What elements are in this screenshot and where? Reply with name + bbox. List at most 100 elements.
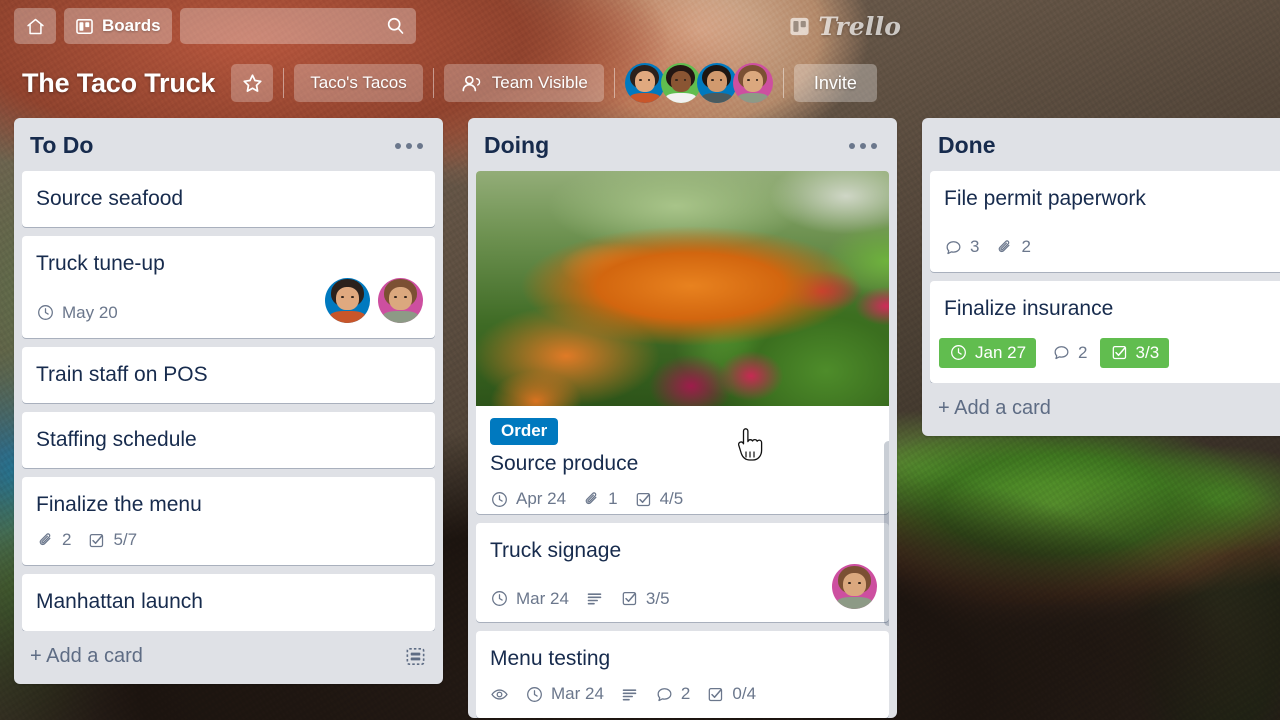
list-title[interactable]: To Do — [30, 132, 93, 159]
boards-button-label: Boards — [102, 16, 161, 35]
board-member-avatar[interactable] — [732, 63, 773, 103]
card-badge-due: May 20 — [36, 303, 118, 323]
card-badge-attachment: 1 — [582, 489, 618, 509]
visibility-button[interactable]: Team Visible — [443, 64, 604, 102]
card-badge-watch — [490, 685, 509, 704]
boards-button[interactable]: Boards — [64, 8, 172, 44]
card-badge-attachment: 2 — [36, 530, 71, 550]
card-title: File permit paperwork — [944, 187, 1146, 210]
board-member-avatar[interactable] — [696, 63, 737, 103]
card-badge-checklist: 3/5 — [620, 589, 670, 609]
list-scrollbar[interactable] — [884, 441, 889, 626]
card-members — [325, 277, 423, 323]
card-template-icon[interactable] — [404, 645, 427, 668]
card-badges: Jan 27 2 3/3 — [939, 337, 1170, 368]
card-member-avatar[interactable] — [832, 563, 877, 609]
add-card-row: + Add a card — [930, 383, 1280, 436]
card-badges: May 20 — [36, 303, 118, 323]
add-a-card-button[interactable]: + Add a card — [938, 397, 1051, 420]
board-list: Done File permit paperwork 3 2 Finalize in… — [922, 118, 1280, 436]
board-card[interactable]: File permit paperwork 3 2 — [930, 171, 1280, 273]
board-card[interactable]: Staffing schedule — [22, 411, 435, 468]
visibility-label: Team Visible — [491, 73, 588, 92]
card-title: Menu testing — [490, 647, 611, 671]
card-badge-checklist: 0/4 — [706, 684, 756, 704]
star-board-button[interactable] — [231, 64, 274, 102]
add-a-card-button[interactable]: + Add a card — [30, 645, 143, 668]
board-card[interactable]: Finalize insurance Jan 27 2 3/3 — [930, 281, 1280, 383]
card-body: Staffing schedule — [36, 427, 423, 453]
search-input[interactable] — [179, 8, 416, 44]
boards-icon — [76, 18, 93, 34]
card-title: Truck tune-up — [36, 252, 165, 276]
list-title[interactable]: Doing — [484, 132, 549, 159]
board-member-avatar[interactable] — [660, 63, 701, 103]
card-body: File permit paperwork 3 2 — [944, 186, 1280, 257]
card-badge-text: Apr 24 — [516, 489, 567, 509]
clock-icon — [525, 685, 544, 704]
card-badge-due: Mar 24 — [490, 589, 569, 609]
clock-icon — [36, 303, 55, 322]
card-body: Source seafood — [36, 186, 423, 212]
clock-icon — [949, 343, 968, 362]
eye-icon — [490, 685, 509, 704]
team-name-button[interactable]: Taco's Tacos — [294, 64, 423, 102]
board-card[interactable]: Manhattan launch — [22, 574, 435, 631]
description-icon — [620, 685, 639, 704]
card-body: Truck signage Mar 24 3/5 — [490, 538, 877, 609]
card-badge-text: 0/4 — [732, 684, 757, 704]
card-badge-text: 4/5 — [659, 489, 684, 509]
board-list: Doing Order Source produce Apr 24 1 4/5 Tru… — [468, 118, 897, 718]
board-title[interactable]: The Taco Truck — [22, 68, 215, 99]
card-body: Manhattan launch — [36, 589, 423, 615]
board-card[interactable]: Source seafood — [22, 171, 435, 228]
trello-logo-icon — [790, 17, 810, 35]
board-header: The Taco Truck Taco's Tacos Team Visible — [0, 56, 1280, 110]
card-member-avatar[interactable] — [378, 277, 423, 323]
card-body: Truck tune-up May 20 — [36, 251, 423, 323]
board-card[interactable]: Order Source produce Apr 24 1 4/5 — [476, 171, 889, 514]
board-card[interactable]: Truck tune-up May 20 — [22, 236, 435, 338]
board-card[interactable]: Finalize the menu 2 5/7 — [22, 477, 435, 566]
card-meta-row: 32 — [944, 212, 1280, 257]
board-canvas: To Do Source seafood Truck tune-up May 20… — [0, 118, 1280, 720]
list-menu-button[interactable] — [391, 137, 427, 155]
card-member-avatar[interactable] — [325, 277, 370, 323]
card-badge-description — [620, 685, 639, 704]
card-badge-text: 3/5 — [645, 588, 670, 608]
card-title: Source produce — [490, 452, 639, 475]
card-badge-comment: 2 — [655, 684, 690, 704]
paperclip-icon — [36, 531, 55, 550]
list-cards: Source seafood Truck tune-up May 20 Train… — [22, 171, 435, 631]
card-label[interactable]: Order — [490, 418, 559, 445]
trello-logo[interactable]: Trello — [788, 12, 901, 41]
checklist-icon — [634, 490, 653, 509]
card-badge-text: May 20 — [62, 302, 118, 322]
description-icon — [585, 589, 604, 608]
avatar-face — [325, 277, 370, 323]
list-header: Done — [930, 118, 1280, 171]
board-card[interactable]: Train staff on POS — [22, 346, 435, 403]
card-members — [832, 563, 877, 609]
invite-button[interactable]: Invite — [793, 64, 877, 102]
mouse-cursor-pointer — [733, 428, 763, 462]
board-list: To Do Source seafood Truck tune-up May 20… — [14, 118, 443, 684]
trello-app: Boards Trello The Taco Truck Taco's Taco… — [0, 0, 1280, 720]
home-button[interactable] — [14, 8, 56, 44]
board-member-avatar[interactable] — [624, 63, 665, 103]
list-menu-button[interactable] — [845, 137, 881, 155]
card-badge-description — [585, 589, 604, 608]
list-title[interactable]: Done — [938, 132, 996, 159]
board-card[interactable]: Truck signage Mar 24 3/5 — [476, 522, 889, 623]
checklist-icon — [1110, 343, 1129, 362]
card-badge-due: Jan 27 — [939, 337, 1037, 368]
clock-icon — [490, 490, 509, 509]
list-cards: File permit paperwork 3 2 Finalize insuran… — [930, 171, 1280, 383]
board-members-avatars — [624, 63, 773, 103]
board-card[interactable]: Menu testing Mar 24 2 0/4 — [476, 631, 889, 718]
card-meta-row: Mar 24 3/5 — [490, 563, 877, 609]
clock-icon — [490, 589, 509, 608]
card-body: Order Source produce Apr 24 1 4/5 — [476, 406, 889, 514]
card-badge-text: 2 — [1078, 342, 1088, 362]
card-title: Source seafood — [36, 187, 184, 210]
